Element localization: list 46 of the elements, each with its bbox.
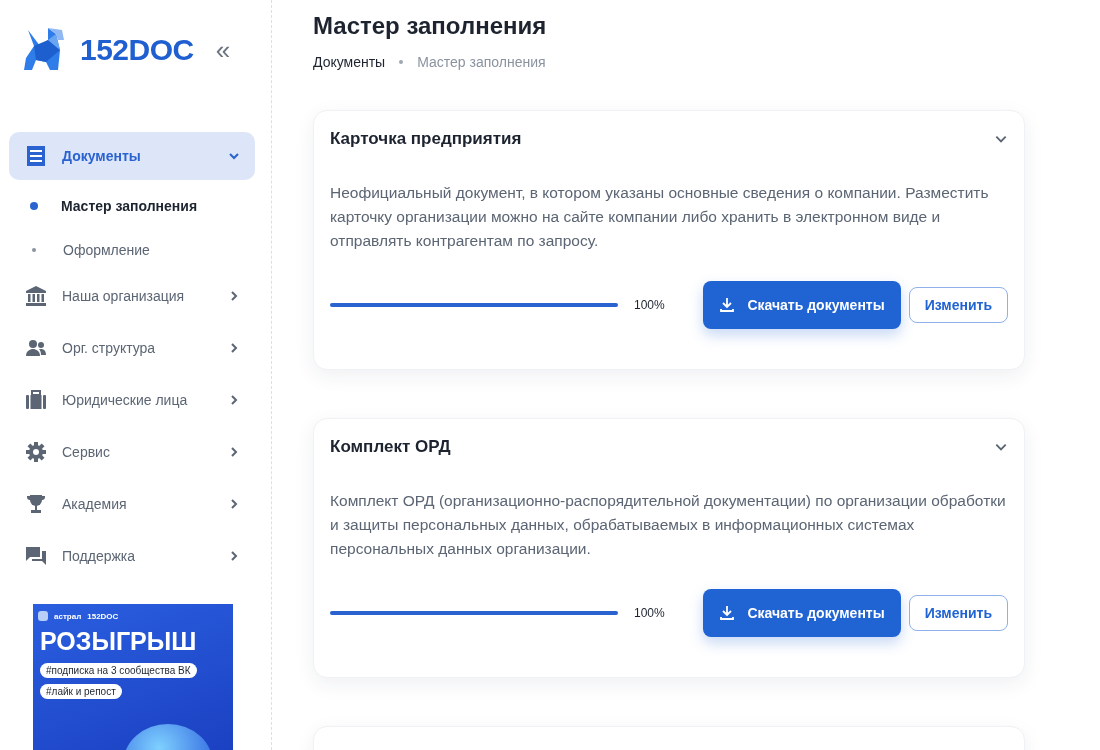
nav-item[interactable]: Документы xyxy=(9,132,255,180)
collapse-button[interactable]: « xyxy=(215,37,231,63)
progress-percent: 100% xyxy=(634,298,666,312)
trophy-icon xyxy=(24,492,48,516)
submenu-item[interactable]: Оформление xyxy=(0,228,271,272)
chevron-right-icon xyxy=(228,290,240,302)
download-icon xyxy=(719,605,736,621)
download-button[interactable]: Скачать документы xyxy=(703,589,901,637)
download-button[interactable]: Скачать документы xyxy=(703,281,901,329)
nav-item[interactable]: Поддержка xyxy=(9,532,255,580)
document-icon xyxy=(24,144,48,168)
breadcrumb-link[interactable]: Документы xyxy=(313,54,386,70)
banner-headline: РОЗЫГРЫШ xyxy=(40,627,198,656)
page-title: Мастер заполнения xyxy=(313,12,548,40)
chevron-right-icon xyxy=(228,446,240,458)
chevron-right-icon xyxy=(228,550,240,562)
edit-button[interactable]: Изменить xyxy=(908,287,1008,323)
breadcrumb-current: Мастер заполнения xyxy=(417,54,546,70)
card-title: Карточка предприятия xyxy=(330,129,522,149)
progress-percent: 100% xyxy=(634,606,666,620)
brand-text: 152DOC xyxy=(87,611,119,621)
nav-item[interactable]: Орг. структура xyxy=(9,324,255,372)
banner-tag: #подписка на 3 сообщества ВК xyxy=(40,663,197,678)
chevron-right-icon xyxy=(228,498,240,510)
separator-dot-icon xyxy=(399,60,404,64)
shield-icon xyxy=(38,611,48,621)
edit-button[interactable]: Изменить xyxy=(908,595,1008,631)
chevron-right-icon xyxy=(228,394,240,406)
card-title: Комплект ОРД xyxy=(330,437,451,457)
briefcase-icon xyxy=(24,388,48,412)
bank-icon xyxy=(24,284,48,308)
gear-icon xyxy=(24,440,48,464)
card-description: Неофициальный документ, в котором указаны основные сведения о компании. Разместить карточку организации можно на сайте компании либо хранить в электронном виде и отправлять контрагентам по запросу. xyxy=(330,183,990,251)
logo-text: 152DOC xyxy=(80,33,194,67)
nav-item[interactable]: Академия xyxy=(9,480,255,528)
brand-text: астрал xyxy=(54,611,82,621)
promo-banner[interactable]: астрал 152DOC РОЗЫГРЫШ #подписка на 3 сообщества ВК #лайк и репост xyxy=(33,604,233,750)
nav-item[interactable]: Юридические лица xyxy=(9,376,255,424)
submenu-item[interactable]: Мастер заполнения xyxy=(0,184,271,228)
card-description: Комплект ОРД (организационно-распорядительной документации) по организации обработки и защиты персональных данных, обрабатываемых в информационных системах персональных данных организации. xyxy=(330,491,1007,559)
nav-item[interactable]: Наша организация xyxy=(9,272,255,320)
nav-item[interactable]: Сервис xyxy=(9,428,255,476)
download-icon xyxy=(719,297,736,313)
banner-tag: #лайк и репост xyxy=(40,684,122,699)
chevron-right-icon xyxy=(228,342,240,354)
chevron-down-icon xyxy=(228,150,240,162)
